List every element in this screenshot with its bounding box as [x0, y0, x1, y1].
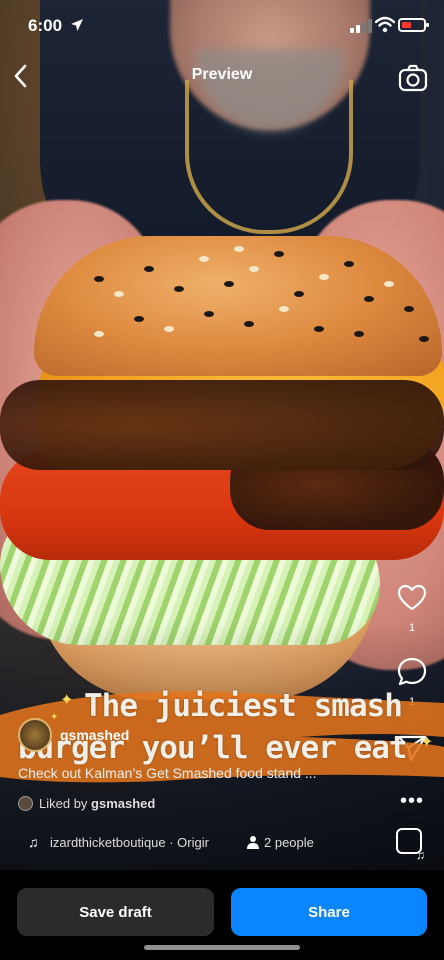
battery-icon — [398, 18, 429, 32]
overlay-text-line-1: The juiciest smash — [84, 688, 403, 724]
username[interactable]: gsmashed — [60, 727, 129, 743]
music-note-icon: ♫ — [416, 848, 425, 862]
comment-icon[interactable] — [396, 656, 428, 688]
audio-label[interactable]: izardthicketboutique · Origir — [50, 835, 222, 850]
sparkle-icon: ✦ — [420, 734, 434, 751]
reel-preview-screen: 6:00 Preview 1 1 ✦ ✦ — [0, 0, 444, 960]
share-button[interactable]: Share — [231, 888, 427, 936]
page-title: Preview — [191, 66, 253, 83]
location-arrow-icon — [71, 19, 83, 31]
liked-by-prefix: Liked by — [39, 796, 92, 811]
status-time: 6:00 — [28, 16, 63, 35]
caption-text[interactable]: Check out Kalman’s Get Smashed food stan… — [18, 765, 317, 781]
wifi-icon — [375, 16, 395, 33]
avatar[interactable] — [18, 718, 52, 752]
like-count: 1 — [408, 622, 416, 634]
sparkle-icon: ✦ — [50, 712, 59, 723]
status-bar: 6:00 — [0, 0, 444, 52]
cellular-signal-icon — [350, 19, 372, 33]
liked-by-avatar — [18, 796, 33, 811]
home-indicator — [144, 945, 300, 950]
sparkle-icon: ✦ — [60, 692, 74, 709]
music-note-icon: ♫ — [28, 834, 39, 850]
more-options-icon[interactable]: ••• — [400, 790, 424, 813]
liked-by[interactable]: Liked by gsmashed — [39, 796, 155, 811]
save-draft-button[interactable]: Save draft — [17, 888, 214, 936]
person-icon — [247, 836, 259, 849]
heart-icon[interactable] — [396, 582, 428, 614]
camera-icon[interactable] — [398, 64, 428, 92]
tagged-people[interactable]: 2 people — [264, 835, 314, 850]
liked-by-user: gsmashed — [91, 796, 156, 811]
